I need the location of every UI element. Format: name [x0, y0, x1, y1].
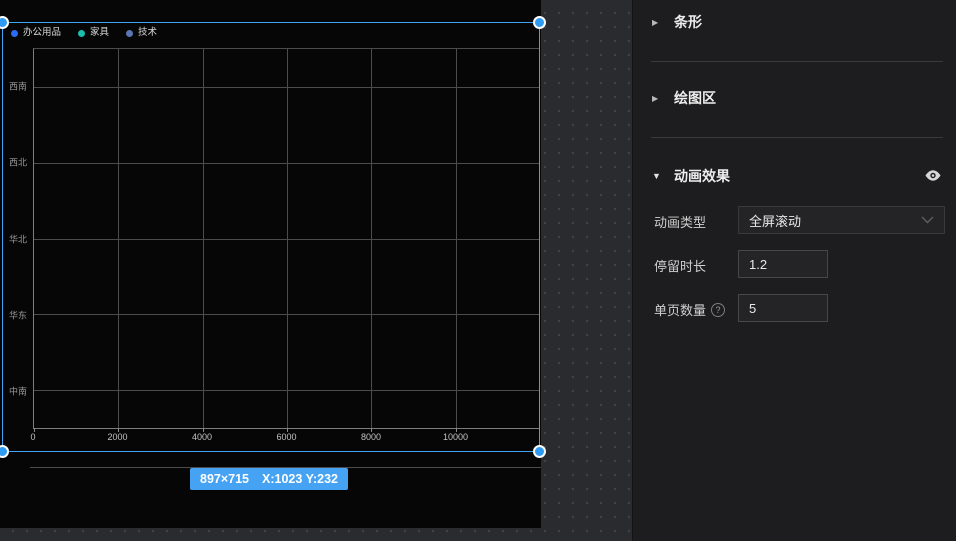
dwell-duration-label: 停留时长 [654, 256, 706, 275]
section-label-plot-area: 绘图区 [674, 88, 716, 108]
section-label-bar: 条形 [674, 12, 702, 32]
animation-type-label: 动画类型 [654, 212, 706, 231]
selection-box[interactable] [2, 22, 540, 452]
section-header-plot-area[interactable]: ▶ 绘图区 [652, 88, 716, 108]
section-header-bar[interactable]: ▶ 条形 [652, 12, 702, 32]
size-position-tooltip: 897×715 X:1023 Y:232 [190, 468, 348, 490]
section-divider [651, 61, 943, 62]
page-count-label: 单页数量 ? [654, 300, 725, 319]
section-header-animation[interactable]: ▼ 动画效果 [652, 166, 730, 186]
expand-arrow-icon: ▼ [652, 171, 662, 181]
field-label-text: 停留时长 [654, 256, 706, 275]
collapse-arrow-icon: ▶ [652, 94, 662, 103]
section-divider [651, 137, 943, 138]
eye-icon[interactable] [924, 169, 942, 182]
animation-type-select[interactable]: 全屏滚动 [738, 206, 945, 234]
field-label-text: 单页数量 [654, 300, 706, 319]
properties-panel: ▶ 条形 ▶ 绘图区 ▼ 动画效果 动画类型 全屏滚动 停留时长 [632, 0, 956, 541]
resize-handle-top-left[interactable] [0, 16, 9, 29]
field-label-text: 动画类型 [654, 212, 706, 231]
help-icon[interactable]: ? [711, 303, 725, 317]
collapse-arrow-icon: ▶ [652, 18, 662, 27]
selection-size-label: 897×715 [200, 472, 249, 486]
resize-handle-bottom-right[interactable] [533, 445, 546, 458]
page-count-input[interactable] [738, 294, 828, 322]
selection-position-label: X:1023 Y:232 [262, 472, 338, 486]
dwell-duration-input[interactable] [738, 250, 828, 278]
app-root: 办公用品家具技术 西南西北华北华东中南 02000400060008000100… [0, 0, 956, 541]
chevron-down-icon [921, 216, 934, 224]
select-value: 全屏滚动 [749, 211, 801, 230]
editor-canvas[interactable]: 办公用品家具技术 西南西北华北华东中南 02000400060008000100… [0, 0, 632, 541]
report-page: 办公用品家具技术 西南西北华北华东中南 02000400060008000100… [0, 0, 541, 528]
resize-handle-top-right[interactable] [533, 16, 546, 29]
section-label-animation: 动画效果 [674, 166, 730, 186]
resize-handle-bottom-left[interactable] [0, 445, 9, 458]
